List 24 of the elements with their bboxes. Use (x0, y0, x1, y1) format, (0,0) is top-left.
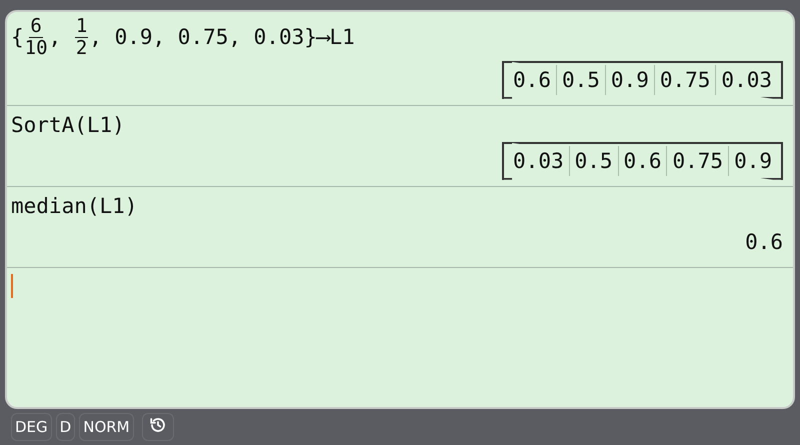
fraction: 6 10 (24, 16, 48, 59)
input-expression: , 0.9, 0.75, 0.03}⟶L1 (89, 25, 355, 50)
fraction: 1 2 (74, 16, 88, 59)
list-element: 0.9 (728, 146, 777, 176)
mode-button[interactable]: NORM (79, 413, 134, 441)
input-expression: { (11, 25, 24, 50)
list-element: 0.6 (512, 66, 552, 94)
list-element: 0.5 (556, 64, 605, 95)
text-cursor (11, 274, 13, 298)
history-button[interactable] (142, 413, 174, 441)
list-element: 0.9 (604, 64, 654, 95)
mode-button[interactable]: DEG (11, 413, 52, 441)
input-expression: , (48, 25, 62, 50)
history-icon (148, 416, 167, 434)
input-expression: SortA(L1) (11, 112, 125, 137)
list-element: 0.03 (512, 148, 565, 175)
list-element: 0.75 (666, 146, 728, 176)
list-element: 0.03 (715, 64, 777, 95)
mode-button[interactable]: D (56, 413, 76, 441)
result-value: 0.6 (745, 230, 783, 254)
list-element: 0.6 (618, 146, 666, 176)
input-expression: median(L1) (11, 194, 138, 218)
list-element: 0.5 (568, 146, 618, 176)
list-element: 0.75 (654, 64, 716, 95)
